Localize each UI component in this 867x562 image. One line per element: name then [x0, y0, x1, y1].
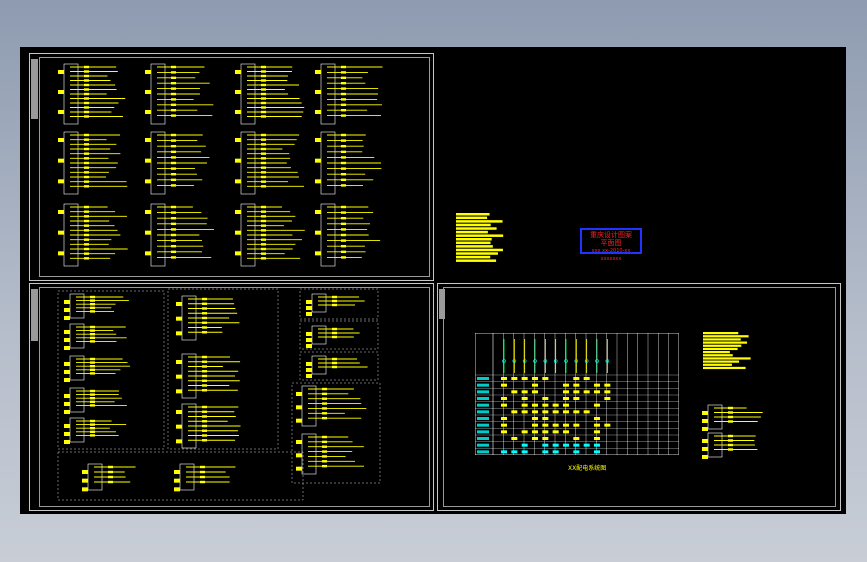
- stamp-line-3: xxx xx-2010-xx xxxxxxx: [591, 248, 631, 262]
- system-diagram-group: [30, 54, 433, 280]
- table-caption: XX配电系统图: [568, 465, 607, 472]
- design-stamp: 重庆设计图案 平面图 xxx xx-2010-xx xxxxxxx: [580, 228, 642, 262]
- distribution-box-group: [30, 284, 433, 510]
- legend-notes: [703, 330, 751, 372]
- schedule-table: [475, 333, 679, 455]
- small-panel-diagram: [698, 401, 764, 461]
- notes-block: [456, 211, 504, 265]
- stamp-line-2: 平面图: [600, 239, 622, 247]
- drawing-sheet-bottom-left: [29, 283, 434, 511]
- cad-model-space[interactable]: [20, 47, 846, 514]
- stamp-line-1: 重庆设计图案: [590, 231, 632, 239]
- drawing-sheet-top-left: [29, 53, 434, 281]
